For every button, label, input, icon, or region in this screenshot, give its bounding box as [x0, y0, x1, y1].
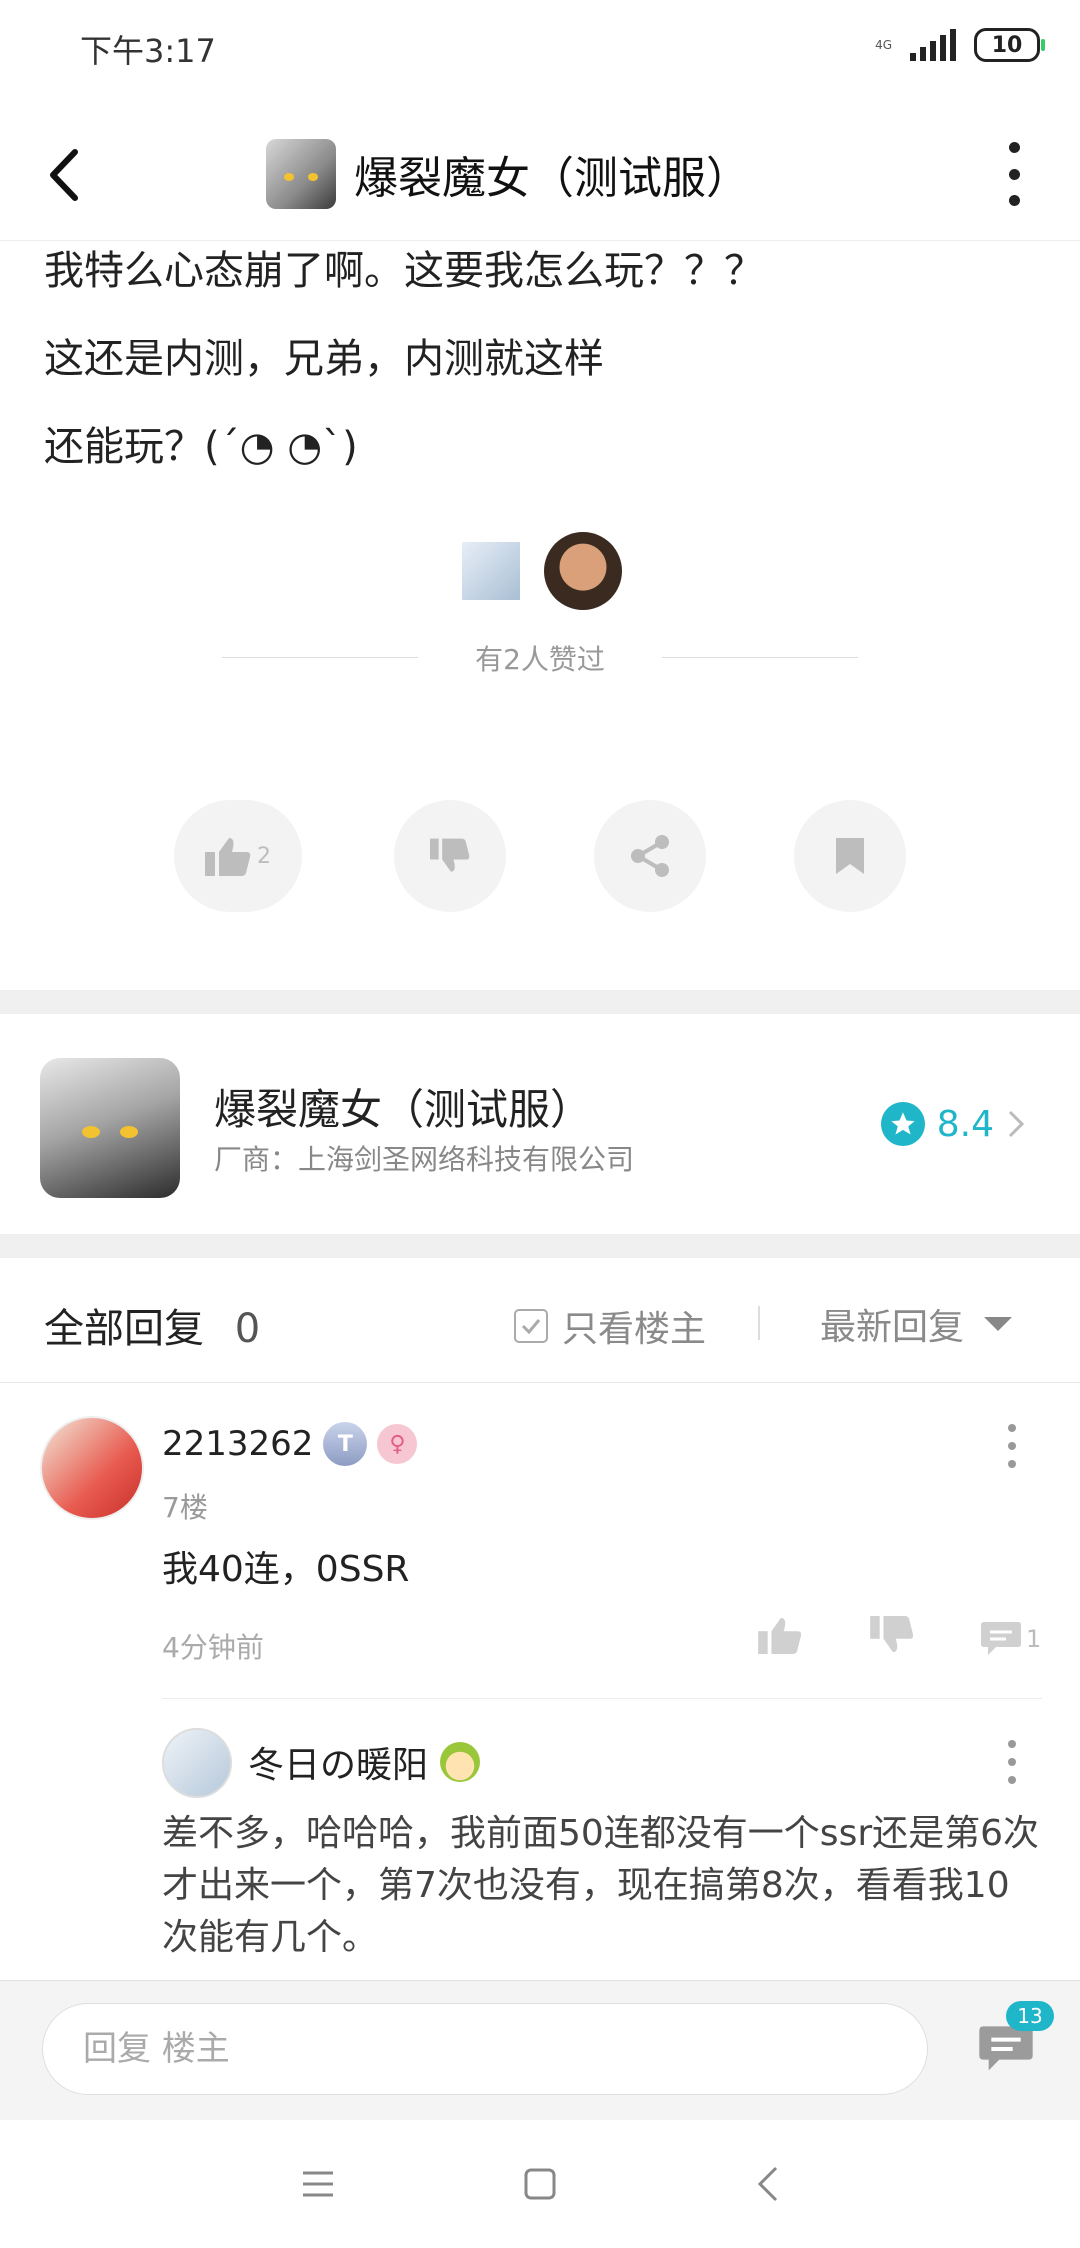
comment-time: 4分钟前	[162, 1631, 264, 1664]
level-badge: T	[323, 1422, 368, 1466]
header-app-info[interactable]: 爆裂魔女（测试服）	[266, 134, 750, 214]
top-app-bar: 爆裂魔女（测试服）	[0, 110, 1080, 241]
liker-avatar[interactable]	[544, 532, 622, 610]
comment-username: 2213262	[162, 1424, 314, 1464]
app-card-vendor: 厂商：上海剑圣网络科技有限公司	[214, 1143, 635, 1176]
nav-menu-button[interactable]	[282, 2148, 354, 2220]
liked-count-text: 有2人赞过	[475, 643, 605, 676]
comments-button[interactable]: 13	[978, 2001, 1054, 2079]
comment-avatar[interactable]	[40, 1416, 144, 1520]
section-divider	[0, 1234, 1080, 1258]
reply-avatar[interactable]	[162, 1728, 232, 1798]
separator	[758, 1306, 760, 1340]
nav-back-button[interactable]	[732, 2148, 804, 2220]
network-label: 4G	[875, 38, 892, 52]
replies-header: 全部回复 0 只看楼主 最新回复	[0, 1258, 1080, 1383]
reply-bar: 13	[0, 1980, 1080, 2121]
comment-bubble-icon	[981, 1622, 1021, 1655]
signal-icon	[910, 29, 956, 61]
sort-label: 最新回复	[820, 1307, 965, 1348]
bookmark-icon	[836, 838, 864, 874]
comment-reply-count: 1	[1026, 1625, 1042, 1653]
menu-icon	[303, 2171, 333, 2197]
comment-like-button[interactable]	[758, 1616, 802, 1658]
comment-more-button[interactable]	[1006, 1424, 1018, 1468]
app-card-icon	[40, 1058, 180, 1198]
reply-divider	[162, 1698, 1042, 1699]
user-emoji-icon	[440, 1742, 481, 1782]
chevron-right-icon	[1008, 1110, 1025, 1138]
only-host-toggle[interactable]: 只看楼主	[514, 1300, 706, 1352]
header-title: 爆裂魔女（测试服）	[354, 153, 750, 204]
post-text-line-1: 我特么心态崩了啊。这要我怎么玩？？？	[44, 248, 764, 294]
app-card[interactable]: 爆裂魔女（测试服） 厂商：上海剑圣网络科技有限公司 8.4	[0, 1014, 1080, 1234]
app-card-name: 爆裂魔女（测试服）	[214, 1085, 593, 1134]
reply-more-button[interactable]	[1006, 1740, 1018, 1784]
replies-title: 全部回复 0	[44, 1296, 260, 1354]
likers-avatars[interactable]	[462, 532, 622, 610]
back-button[interactable]	[36, 140, 92, 210]
reply-user[interactable]: 冬日の暖阳	[248, 1736, 481, 1788]
like-button[interactable]: 2	[174, 800, 302, 912]
checkbox-icon[interactable]	[514, 1309, 548, 1343]
dropdown-arrow-icon	[984, 1317, 1013, 1331]
reply-input[interactable]	[42, 2003, 928, 2095]
thumbs-up-icon	[205, 838, 251, 876]
section-divider	[0, 990, 1080, 1014]
thumbs-down-icon	[870, 1616, 914, 1653]
thumbs-up-icon	[758, 1617, 802, 1654]
system-nav-bar	[0, 2120, 1080, 2248]
star-icon	[880, 1102, 925, 1146]
comment-text: 我40连，0SSR	[162, 1549, 410, 1590]
reply-username: 冬日の暖阳	[248, 1745, 429, 1786]
back-arrow-icon	[50, 149, 78, 201]
dislike-button[interactable]	[394, 800, 506, 912]
only-host-label: 只看楼主	[562, 1309, 707, 1350]
bookmark-button[interactable]	[794, 800, 906, 912]
replies-label: 全部回复	[44, 1306, 204, 1352]
thumbs-down-icon	[430, 838, 470, 872]
battery-icon: 10	[974, 28, 1045, 62]
share-button[interactable]	[594, 800, 706, 912]
battery-level: 10	[991, 32, 1023, 58]
share-icon	[631, 835, 669, 877]
rating-value: 8.4	[936, 1103, 994, 1145]
status-time: 下午3:17	[80, 32, 216, 70]
reply-text: 差不多，哈哈哈，我前面50连都没有一个ssr还是第6次才出来一个，第7次也没有，…	[162, 1813, 1040, 1958]
liker-avatar[interactable]	[462, 542, 520, 600]
status-indicators: 4G 10	[875, 28, 1045, 62]
comment-dislike-button[interactable]	[870, 1616, 914, 1658]
nav-home-button[interactable]	[504, 2148, 576, 2220]
comments-count-badge: 13	[1006, 2001, 1054, 2031]
post-text-line-2: 这还是内测，兄弟，内测就这样	[44, 336, 604, 382]
replies-count: 0	[234, 1306, 261, 1352]
back-chevron-icon	[757, 2166, 778, 2202]
gender-badge-icon: ♀	[377, 1424, 418, 1464]
more-options-button[interactable]	[1002, 142, 1026, 206]
sort-dropdown[interactable]: 最新回复	[820, 1298, 1013, 1350]
comment-reply-button[interactable]: 1	[980, 1620, 1041, 1658]
liked-summary: 有2人赞过	[0, 632, 1080, 682]
post-text-line-3: 还能玩？(´◔ ◔`)	[44, 424, 358, 470]
app-rating: 8.4	[880, 1102, 1026, 1146]
comment-user[interactable]: 2213262 T ♀	[162, 1422, 418, 1466]
like-count: 2	[257, 843, 271, 869]
comment-floor: 7楼	[162, 1491, 208, 1524]
app-icon	[266, 139, 336, 209]
home-square-icon	[524, 2168, 556, 2200]
